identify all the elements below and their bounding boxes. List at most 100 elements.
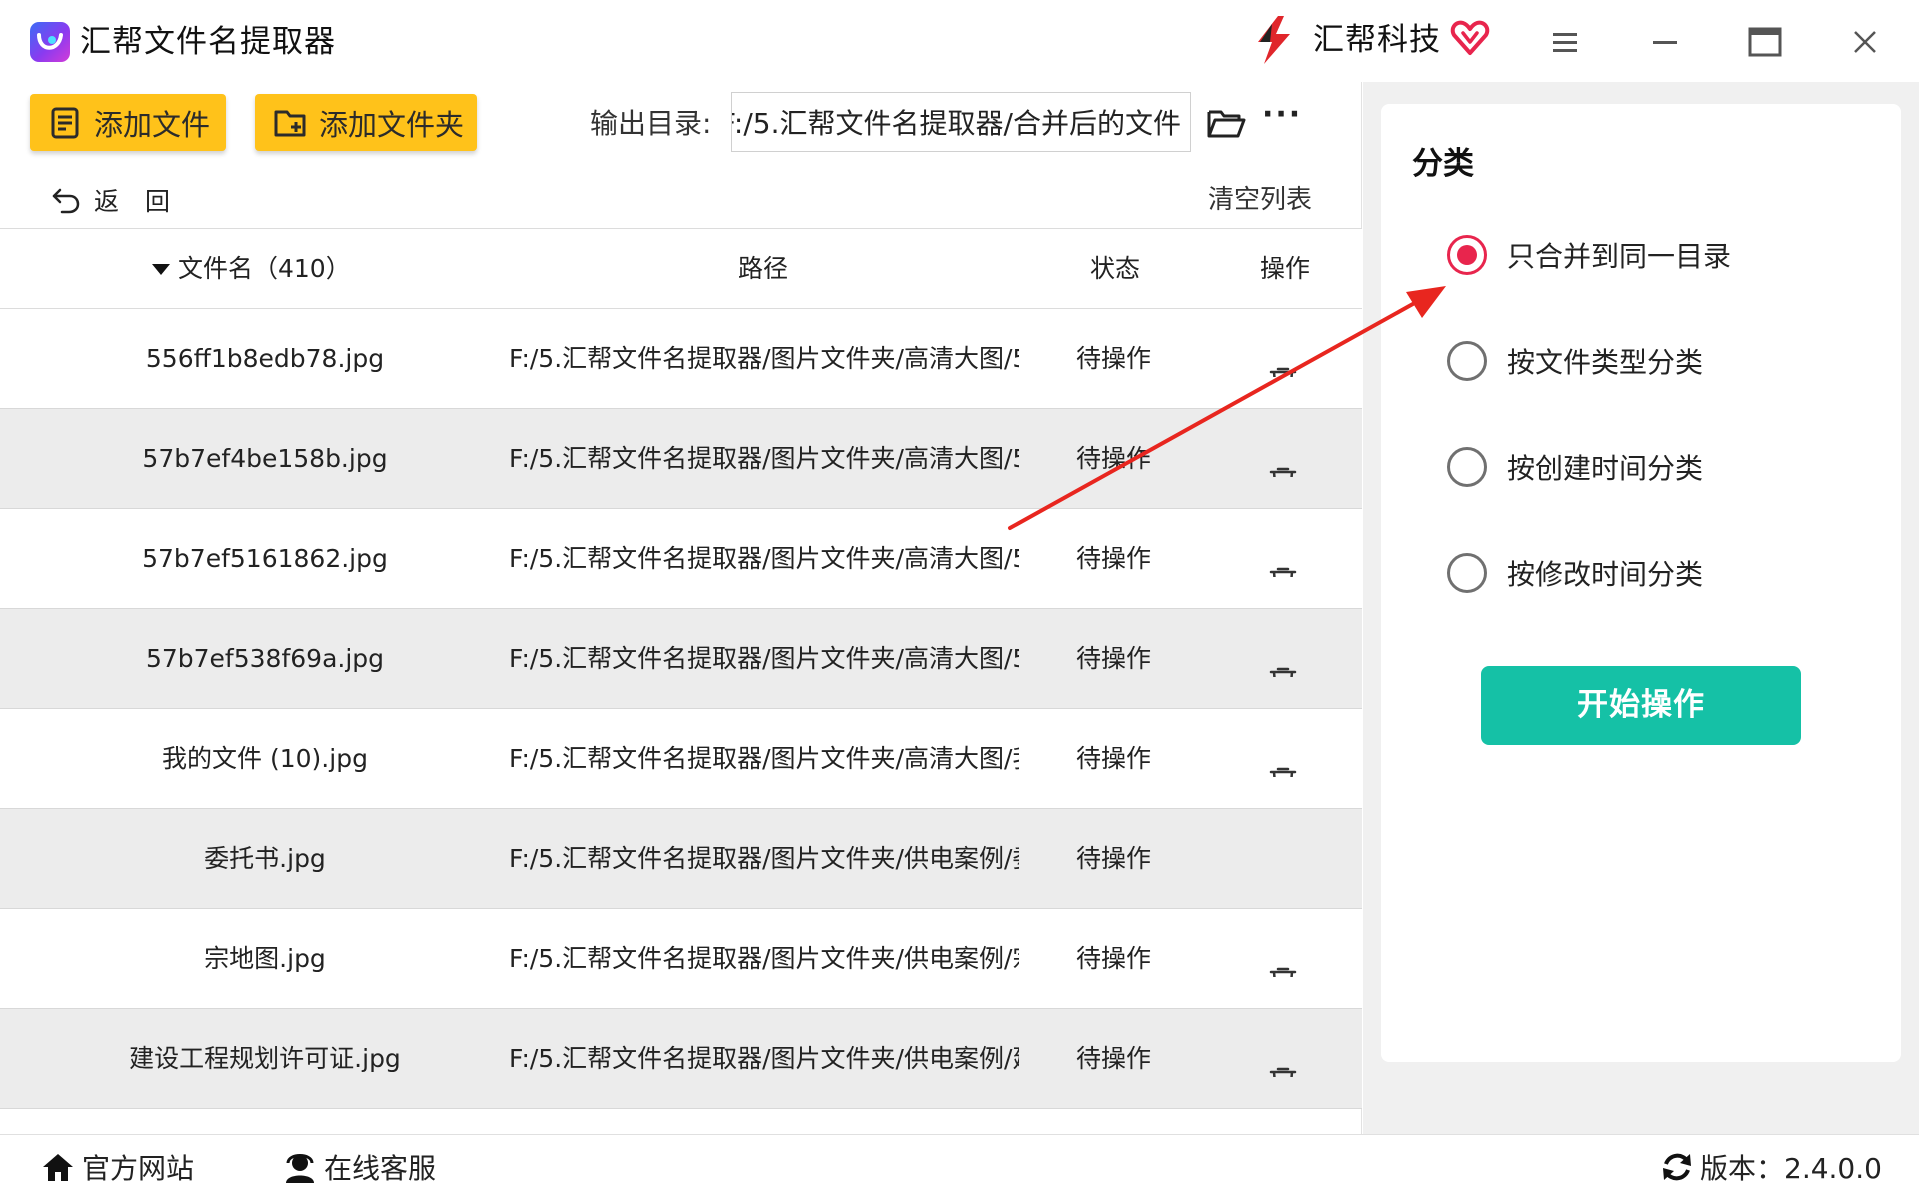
delete-row-button[interactable] — [1265, 341, 1301, 377]
minimize-icon — [1653, 41, 1677, 44]
radio-unchecked-icon — [1447, 553, 1487, 593]
close-button[interactable] — [1843, 20, 1887, 64]
maximize-icon — [1748, 27, 1782, 57]
table-row[interactable]: 我的文件 (10).jpg F:/5.汇帮文件名提取器/图片文件夹/高清大图/我的… — [0, 709, 1362, 809]
cell-status: 待操作 — [1076, 844, 1152, 873]
start-button[interactable]: 开始操作 — [1481, 666, 1801, 745]
cell-filename: 建设工程规划许可证.jpg — [129, 1044, 401, 1073]
cell-status: 待操作 — [1076, 944, 1152, 973]
online-service-link[interactable]: 在线客服 — [282, 1145, 436, 1189]
trash-icon — [1265, 367, 1301, 377]
back-button[interactable]: 返回 — [50, 180, 196, 220]
add-folder-button[interactable]: 添加文件夹 — [255, 94, 477, 151]
delete-row-button[interactable] — [1265, 741, 1301, 777]
column-header-path: 路径 — [738, 254, 789, 283]
table-row[interactable]: 57b7ef538f69a.jpg F:/5.汇帮文件名提取器/图片文件夹/高清大… — [0, 609, 1362, 709]
trash-icon — [1265, 467, 1301, 477]
cell-status: 待操作 — [1076, 344, 1152, 373]
radio-unchecked-icon — [1447, 447, 1487, 487]
cell-filename: 57b7ef4be158b.jpg — [142, 444, 388, 473]
official-site-link[interactable]: 官方网站 — [40, 1145, 194, 1189]
table-row[interactable]: 宗地图.jpg F:/5.汇帮文件名提取器/图片文件夹/供电案例/宗地图.jpg 待… — [0, 909, 1362, 1009]
headset-icon — [286, 1154, 314, 1183]
radio-label: 按修改时间分类 — [1507, 558, 1704, 591]
cell-path: F:/5.汇帮文件名提取器/图片文件夹/供电案例/宗地图.jpg — [509, 944, 1019, 973]
radio-label: 按文件类型分类 — [1507, 346, 1704, 379]
vip-heart-icon[interactable] — [1450, 18, 1490, 58]
title-bar: 汇帮文件名提取器 汇帮科技 — [0, 0, 1919, 82]
column-header-status: 状态 — [1090, 254, 1141, 283]
sort-caret-icon — [152, 263, 170, 275]
add-file-button[interactable]: 添加文件 — [30, 94, 226, 151]
radio-by-create-time[interactable]: 按创建时间分类 — [1447, 445, 1703, 489]
table-row[interactable]: 556ff1b8edb78.jpg F:/5.汇帮文件名提取器/图片文件夹/高清大… — [0, 309, 1362, 409]
maximize-button[interactable] — [1743, 20, 1787, 64]
menu-icon — [1553, 33, 1577, 52]
back-arrow-icon — [52, 188, 80, 214]
output-dir-input[interactable] — [731, 92, 1191, 152]
table-row[interactable]: 委托书.jpg F:/5.汇帮文件名提取器/图片文件夹/供电案例/委托书.jpg 待… — [0, 809, 1362, 909]
cell-status: 待操作 — [1076, 444, 1152, 473]
brand-name: 汇帮科技 — [1313, 22, 1441, 58]
brand-logo-icon — [1258, 16, 1290, 64]
app-title: 汇帮文件名提取器 — [80, 24, 336, 60]
cell-filename: 57b7ef5161862.jpg — [142, 544, 388, 573]
app-logo-icon — [30, 22, 70, 62]
official-site-label: 官方网站 — [82, 1152, 195, 1185]
trash-icon — [1265, 767, 1301, 777]
add-file-label: 添加文件 — [94, 107, 211, 142]
delete-row-button[interactable] — [1265, 1041, 1301, 1077]
table-body: 556ff1b8edb78.jpg F:/5.汇帮文件名提取器/图片文件夹/高清大… — [0, 309, 1362, 1109]
cell-path: F:/5.汇帮文件名提取器/图片文件夹/高清大图/57b7ef4be158b.j… — [509, 444, 1019, 473]
menu-button[interactable] — [1543, 20, 1587, 64]
more-options-button[interactable]: ··· — [1262, 100, 1302, 140]
cell-filename: 556ff1b8edb78.jpg — [145, 344, 385, 373]
back-label: 返回 — [94, 187, 197, 216]
radio-label: 只合并到同一目录 — [1507, 240, 1732, 273]
add-folder-label: 添加文件夹 — [319, 107, 465, 142]
column-header-action: 操作 — [1260, 254, 1311, 283]
clear-list-button[interactable]: 清空列表 — [1208, 180, 1312, 220]
cell-filename: 委托书.jpg — [204, 844, 326, 873]
radio-by-file-type[interactable]: 按文件类型分类 — [1447, 339, 1703, 383]
table-header: 文件名（410） 路径 状态 操作 — [0, 228, 1362, 309]
folder-open-icon[interactable] — [1205, 102, 1247, 144]
radio-merge-same-dir[interactable]: 只合并到同一目录 — [1447, 233, 1731, 277]
trash-icon — [1265, 667, 1301, 677]
table-row[interactable]: 57b7ef5161862.jpg F:/5.汇帮文件名提取器/图片文件夹/高清大… — [0, 509, 1362, 609]
cell-path: F:/5.汇帮文件名提取器/图片文件夹/高清大图/我的文件 (10).jpg — [509, 744, 1019, 773]
delete-row-button[interactable] — [1265, 641, 1301, 677]
cell-path: F:/5.汇帮文件名提取器/图片文件夹/供电案例/委托书.jpg — [509, 844, 1019, 873]
cell-status: 待操作 — [1076, 544, 1152, 573]
column-header-filename-label: 文件名（410） — [178, 254, 351, 283]
close-icon — [1854, 31, 1876, 53]
cell-filename: 宗地图.jpg — [204, 944, 326, 973]
cell-filename: 我的文件 (10).jpg — [162, 744, 368, 773]
output-dir-label: 输出目录: — [590, 107, 712, 140]
delete-row-button[interactable] — [1265, 941, 1301, 977]
cell-status: 待操作 — [1076, 744, 1152, 773]
online-service-label: 在线客服 — [324, 1152, 437, 1185]
add-file-icon — [51, 107, 79, 138]
delete-row-button[interactable] — [1265, 541, 1301, 577]
file-table: 文件名（410） 路径 状态 操作 556ff1b8edb78.jpg F:/5.… — [0, 228, 1362, 1109]
add-folder-icon — [274, 110, 306, 136]
table-row[interactable]: 57b7ef4be158b.jpg F:/5.汇帮文件名提取器/图片文件夹/高清大… — [0, 409, 1362, 509]
version-label: 版本：2.4.0.0 — [1700, 1152, 1882, 1185]
table-row[interactable]: 建设工程规划许可证.jpg F:/5.汇帮文件名提取器/图片文件夹/供电案例/建设… — [0, 1009, 1362, 1109]
file-list-pane: 添加文件 添加文件夹 输出目录: ··· 返回 清空列表 文件名（410） 路径… — [0, 82, 1362, 1134]
trash-icon — [1265, 567, 1301, 577]
cell-status: 待操作 — [1076, 1044, 1152, 1073]
cell-status: 待操作 — [1076, 644, 1152, 673]
cell-path: F:/5.汇帮文件名提取器/图片文件夹/高清大图/57b7ef5161862.j… — [509, 544, 1019, 573]
footer-bar: 官方网站 在线客服 版本：2.4.0.0 — [0, 1134, 1919, 1199]
radio-by-modify-time[interactable]: 按修改时间分类 — [1447, 551, 1703, 595]
trash-icon — [1265, 967, 1301, 977]
radio-label: 按创建时间分类 — [1507, 452, 1704, 485]
column-header-filename[interactable]: 文件名（410） — [152, 251, 351, 287]
cell-path: F:/5.汇帮文件名提取器/图片文件夹/供电案例/建设工程规划许可证.jpg — [509, 1044, 1019, 1073]
trash-icon — [1265, 1067, 1301, 1077]
cell-path: F:/5.汇帮文件名提取器/图片文件夹/高清大图/556ff1b8edb78.j… — [509, 344, 1019, 373]
minimize-button[interactable] — [1643, 20, 1687, 64]
delete-row-button[interactable] — [1265, 441, 1301, 477]
